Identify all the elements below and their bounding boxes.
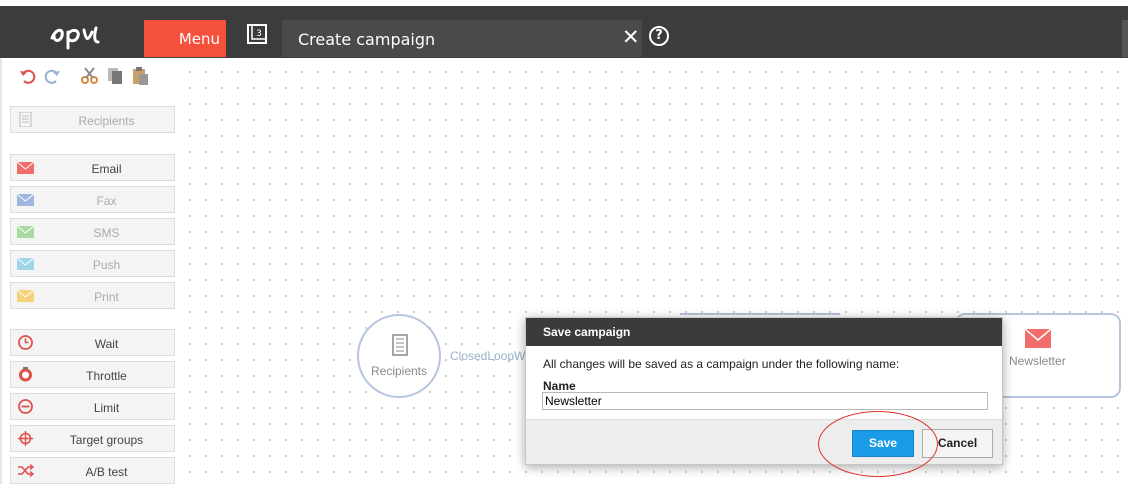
- tool-ab-test[interactable]: A/B test: [10, 457, 175, 484]
- tool-throttle[interactable]: Throttle: [10, 361, 175, 388]
- dialog-message: All changes will be saved as a campaign …: [543, 357, 900, 371]
- flow-name-label: ClosedLoopW: [450, 349, 526, 363]
- tool-label: Limit: [93, 401, 120, 415]
- close-icon[interactable]: ✕: [622, 25, 640, 49]
- redo-icon[interactable]: [42, 66, 62, 86]
- tool-wait[interactable]: Wait: [10, 329, 175, 356]
- undo-icon[interactable]: [18, 66, 38, 86]
- envelope-icon: [1025, 329, 1051, 348]
- divider: [0, 58, 2, 484]
- menu-button[interactable]: Menu: [144, 20, 226, 57]
- envelope-icon: [17, 161, 34, 174]
- document-icon: [392, 334, 408, 356]
- tool-email[interactable]: Email: [10, 154, 175, 181]
- tool-label: Email: [91, 162, 122, 176]
- topbar-edge: [1122, 20, 1128, 57]
- shuffle-icon: [18, 463, 34, 478]
- envelope-icon: [17, 289, 34, 302]
- envelope-icon: [17, 193, 34, 206]
- task-count-badge: 3: [256, 29, 262, 39]
- tool-limit[interactable]: Limit: [10, 393, 175, 420]
- tool-label: Fax: [96, 194, 117, 208]
- tool-sms[interactable]: SMS: [10, 218, 175, 245]
- flow-node-recipients[interactable]: Recipients: [357, 314, 441, 398]
- episerver-logo[interactable]: [50, 20, 124, 50]
- gauge-icon: [19, 367, 32, 382]
- clock-icon: [18, 335, 33, 350]
- cut-icon[interactable]: [80, 66, 100, 86]
- top-bar: Menu 3 Create campaign ✕ ?: [0, 6, 1128, 58]
- tool-label: Wait: [94, 337, 119, 351]
- document-icon: [19, 112, 32, 127]
- tool-label: Target groups: [69, 433, 144, 447]
- tool-print[interactable]: Print: [10, 282, 175, 309]
- tool-label: SMS: [93, 226, 120, 240]
- tool-label: Print: [94, 290, 119, 304]
- envelope-icon: [17, 257, 34, 270]
- crosshair-icon: [18, 431, 33, 446]
- tool-push[interactable]: Push: [10, 250, 175, 277]
- help-icon[interactable]: ?: [649, 26, 669, 46]
- tool-label: Push: [92, 258, 121, 272]
- copy-icon[interactable]: [105, 66, 125, 86]
- tool-label: A/B test: [85, 465, 128, 479]
- name-label: Name: [543, 379, 576, 393]
- tool-fax[interactable]: Fax: [10, 186, 175, 213]
- dialog-title: Save campaign: [526, 318, 1002, 346]
- tool-label: Throttle: [86, 369, 127, 383]
- campaign-name-input[interactable]: [542, 392, 988, 410]
- page-title: Create campaign: [282, 20, 642, 57]
- task-list-icon[interactable]: 3: [247, 24, 267, 44]
- tool-recipients[interactable]: Recipients: [10, 106, 175, 133]
- envelope-icon: [17, 225, 34, 238]
- paste-icon[interactable]: [130, 66, 150, 86]
- highlight-annotation: [818, 411, 938, 477]
- tool-label: Recipients: [78, 114, 135, 128]
- node-label: Recipients: [370, 364, 428, 378]
- minus-circle-icon: [18, 399, 33, 414]
- tool-target-groups[interactable]: Target groups: [10, 425, 175, 452]
- node-label: Newsletter: [1009, 354, 1066, 368]
